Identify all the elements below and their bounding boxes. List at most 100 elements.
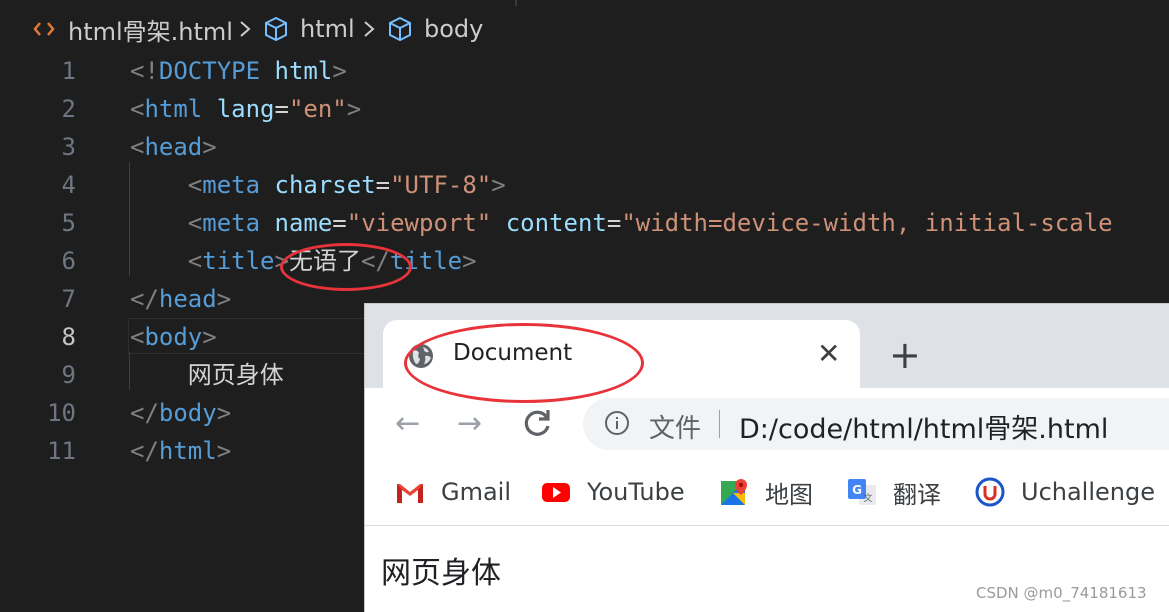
breadcrumb-file-label: html骨架.html	[68, 17, 233, 46]
breadcrumb-file[interactable]: html骨架.html	[32, 12, 233, 46]
line-number: 7	[61, 285, 76, 313]
uchallenge-icon	[975, 477, 1005, 507]
back-arrow-icon[interactable]: ←	[395, 408, 420, 440]
html-file-icon	[33, 22, 55, 36]
code-line[interactable]: 6 <title>无语了</title>	[0, 242, 1169, 280]
line-number: 4	[61, 171, 76, 199]
close-icon[interactable]: ✕	[817, 339, 840, 369]
line-number: 11	[47, 437, 76, 465]
token-punc: </	[130, 437, 159, 465]
code-text[interactable]: <meta name="viewport" content="width=dev…	[130, 204, 1113, 242]
code-text[interactable]: <body>	[130, 318, 217, 356]
divider	[515, 0, 517, 6]
bookmark-label: Gmail	[441, 478, 512, 506]
bookmark-gmail[interactable]: Gmail	[395, 476, 511, 508]
translate-icon: G 文	[848, 479, 876, 505]
token-attr: charset	[274, 171, 376, 199]
annotation-circle-tab	[404, 323, 644, 403]
token-punc: <	[187, 209, 203, 237]
token-attr: name	[274, 209, 333, 237]
code-line[interactable]: 2 <html lang="en">	[0, 90, 1169, 128]
code-text[interactable]: </html>	[130, 432, 231, 470]
token-tag: body	[144, 323, 203, 351]
token-tag: meta	[202, 171, 261, 199]
token-punc: <	[130, 323, 145, 351]
chevron-right-icon	[362, 12, 376, 46]
code-line[interactable]: 5 <meta name="viewport" content="width=d…	[0, 204, 1169, 242]
token-txt: =	[332, 209, 347, 237]
reload-icon[interactable]	[521, 406, 555, 440]
watermark: CSDN @m0_74181613	[976, 584, 1147, 602]
breadcrumb-html-label: html	[300, 15, 355, 43]
token-tag: body	[158, 399, 217, 427]
bookmark-uchallenge[interactable]: Uchallenge	[975, 476, 1155, 508]
bookmark-youtube[interactable]: YouTube	[541, 476, 685, 508]
code-text[interactable]: </body>	[130, 394, 231, 432]
token-tag: head	[144, 133, 203, 161]
line-number: 6	[61, 247, 76, 275]
bookmark-translate[interactable]: G 文 翻译	[847, 476, 941, 509]
code-line[interactable]: 1 <!DOCTYPE html>	[0, 52, 1169, 90]
token-punc: <	[130, 133, 145, 161]
code-text[interactable]: <html lang="en">	[130, 90, 361, 128]
token-str: "en"	[288, 95, 347, 123]
code-text[interactable]: <!DOCTYPE html>	[130, 52, 347, 90]
bookmark-label: YouTube	[587, 478, 685, 506]
token-punc: <!	[130, 57, 159, 85]
code-line[interactable]: 3 <head>	[0, 128, 1169, 166]
line-number: 9	[61, 361, 76, 389]
breadcrumb-body[interactable]: body	[386, 12, 483, 46]
address-bar[interactable]: 文件 D:/code/html/html骨架.html	[583, 398, 1169, 450]
cube-icon	[389, 16, 411, 42]
bookmark-label: Uchallenge	[1021, 478, 1155, 506]
code-text[interactable]: 网页身体	[130, 356, 284, 394]
token-tag: meta	[202, 209, 261, 237]
url-text[interactable]: D:/code/html/html骨架.html	[739, 407, 1108, 446]
code-text[interactable]: <meta charset="UTF-8">	[130, 166, 506, 204]
token-punc: >	[491, 171, 506, 199]
token-tag: html	[158, 437, 217, 465]
line-number: 1	[61, 57, 76, 85]
token-punc: >	[462, 247, 477, 275]
new-tab-button[interactable]: +	[889, 336, 921, 374]
token-tag: title	[202, 247, 275, 275]
token-txt: =	[375, 171, 391, 199]
bookmark-maps[interactable]: 地图	[719, 476, 813, 509]
bookmark-label: 地图	[765, 480, 813, 509]
token-punc: >	[202, 133, 217, 161]
code-text[interactable]: <head>	[130, 128, 217, 166]
bookmarks-bar: Gmail YouTube 地图 G 文 翻译 Uchallenge	[365, 460, 1169, 526]
token-str: "width=device-width, initial-scale	[621, 209, 1113, 237]
token-punc: >	[332, 57, 347, 85]
youtube-icon	[542, 483, 570, 502]
token-tag: DOCTYPE	[158, 57, 261, 85]
token-punc: >	[202, 323, 217, 351]
token-punc: >	[346, 95, 362, 123]
token-tag: head	[158, 285, 217, 313]
line-number: 5	[61, 209, 76, 237]
token-attr: html	[274, 57, 333, 85]
token-txt: =	[274, 95, 289, 123]
svg-text:文: 文	[863, 492, 872, 504]
token-str: "viewport"	[346, 209, 492, 237]
code-line[interactable]: 4 <meta charset="UTF-8">	[0, 166, 1169, 204]
line-number: 8	[61, 323, 76, 351]
breadcrumb-html[interactable]: html	[262, 12, 355, 46]
token-punc: >	[216, 285, 232, 313]
page-body-text: 网页身体	[381, 556, 501, 591]
token-txt: 网页身体	[130, 361, 284, 389]
token-attr: lang	[216, 95, 275, 123]
code-text[interactable]: </head>	[130, 280, 231, 318]
cube-icon	[265, 16, 287, 42]
forward-arrow-icon[interactable]: →	[457, 408, 482, 440]
info-icon[interactable]	[605, 411, 629, 435]
bookmark-label: 翻译	[893, 480, 941, 509]
token-punc: >	[216, 437, 232, 465]
annotation-circle-title	[280, 243, 412, 291]
